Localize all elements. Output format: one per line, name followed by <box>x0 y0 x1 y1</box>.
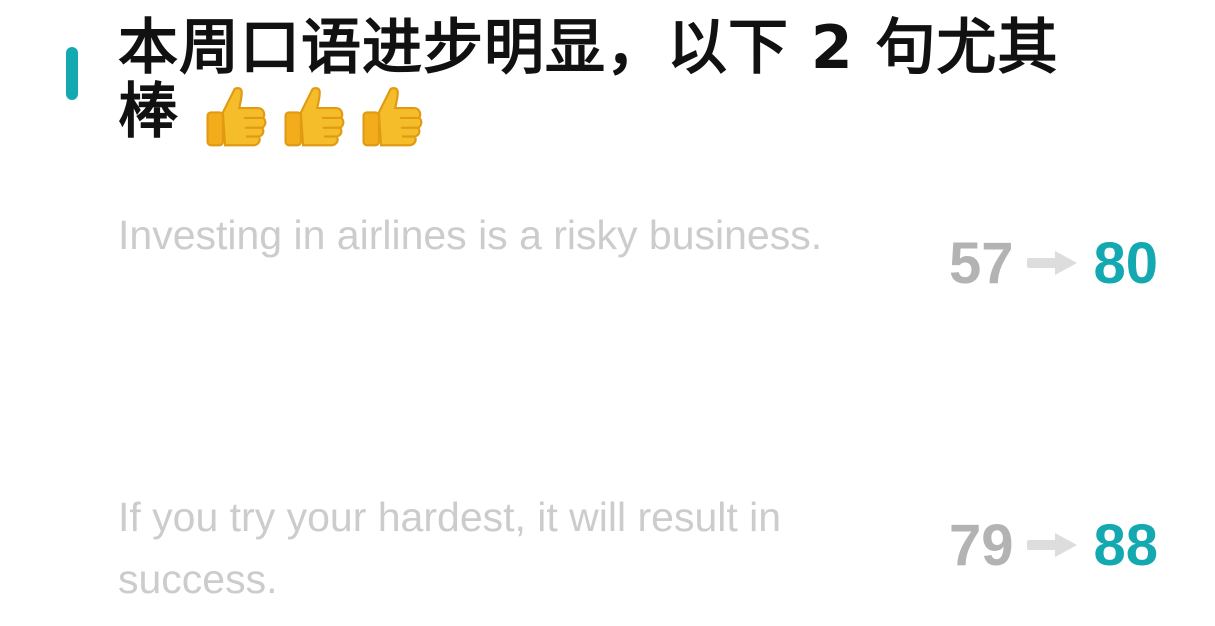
sentence-text: If you try your hardest, it will result … <box>118 494 782 602</box>
heading-accent-bar <box>66 47 78 100</box>
thumbs-up-icon <box>206 87 267 147</box>
sentence-text: Investing in airlines is a risky busines… <box>118 212 823 258</box>
score-change: 57 80 <box>949 228 1158 298</box>
right-arrow-icon <box>1027 251 1078 275</box>
score-after: 88 <box>1093 512 1158 578</box>
thumbs-up-icon <box>362 87 423 147</box>
page-title: 本周口语进步明显，以下 2 句尤其棒 <box>118 16 1118 154</box>
thumbs-up-icon <box>284 87 345 147</box>
right-arrow-icon <box>1027 533 1078 557</box>
score-before: 57 <box>948 230 1014 296</box>
thumbs-group <box>201 84 435 154</box>
score-after: 80 <box>1093 230 1158 296</box>
score-change: 79 88 <box>949 510 1158 580</box>
score-before: 79 <box>948 512 1014 578</box>
